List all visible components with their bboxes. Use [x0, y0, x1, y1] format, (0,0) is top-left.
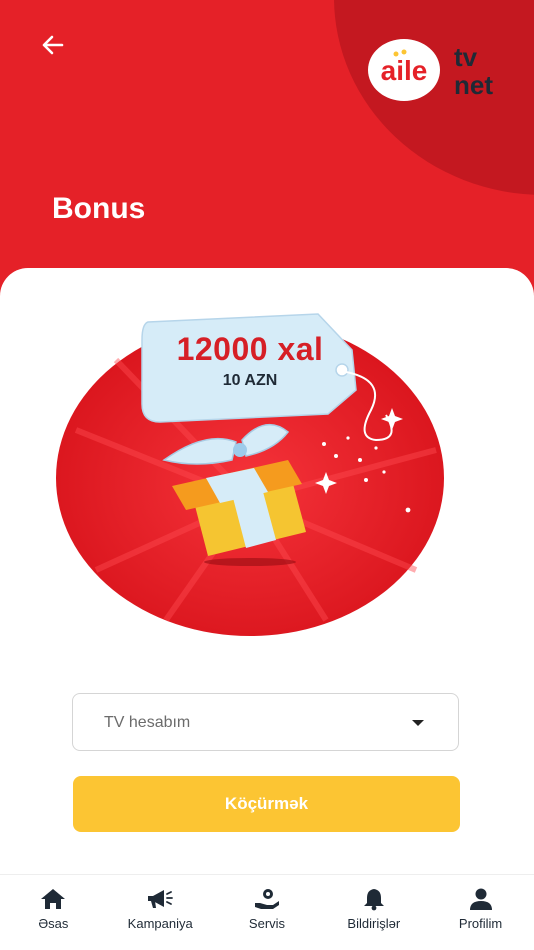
- megaphone-icon: [148, 890, 174, 908]
- transfer-button[interactable]: Köçürmək: [73, 776, 460, 832]
- account-select-value: TV hesabım: [104, 714, 191, 731]
- svg-text:net: net: [454, 70, 493, 100]
- nav-label-notifications: Bildirişlər: [347, 916, 401, 931]
- user-icon: [469, 888, 492, 910]
- home-icon: [41, 889, 66, 909]
- nav-item-profile[interactable]: Profilim: [427, 875, 534, 950]
- caret-down-icon: [412, 720, 424, 726]
- arrow-left-icon: [42, 35, 64, 55]
- nav-label-service: Servis: [248, 916, 286, 931]
- back-button[interactable]: [36, 30, 72, 60]
- nav-label-campaign: Kampaniya: [127, 916, 193, 931]
- nav-item-campaign[interactable]: Kampaniya: [107, 875, 214, 950]
- bonus-points-label: 12000 xal: [176, 331, 324, 367]
- bell-icon: [363, 889, 384, 911]
- aile-tvnet-logo: aile tv net: [368, 39, 493, 101]
- header: aile tv net Bonus: [0, 0, 534, 300]
- nav-item-service[interactable]: Servis: [214, 875, 321, 950]
- service-hand-icon: [254, 889, 279, 909]
- svg-text:tv: tv: [454, 42, 478, 72]
- page-title: Bonus: [52, 192, 146, 225]
- nav-item-notifications[interactable]: Bildirişlər: [320, 875, 427, 950]
- svg-text:aile: aile: [381, 55, 428, 86]
- nav-label-home: Əsas: [38, 916, 69, 931]
- bottom-nav: Əsas Kampaniya Servis Bildirişlər Profil…: [0, 874, 534, 950]
- nav-item-home[interactable]: Əsas: [0, 875, 107, 950]
- bonus-money-label: 10 AZN: [222, 372, 278, 389]
- nav-label-profile: Profilim: [458, 916, 503, 931]
- account-select[interactable]: TV hesabım: [72, 693, 459, 751]
